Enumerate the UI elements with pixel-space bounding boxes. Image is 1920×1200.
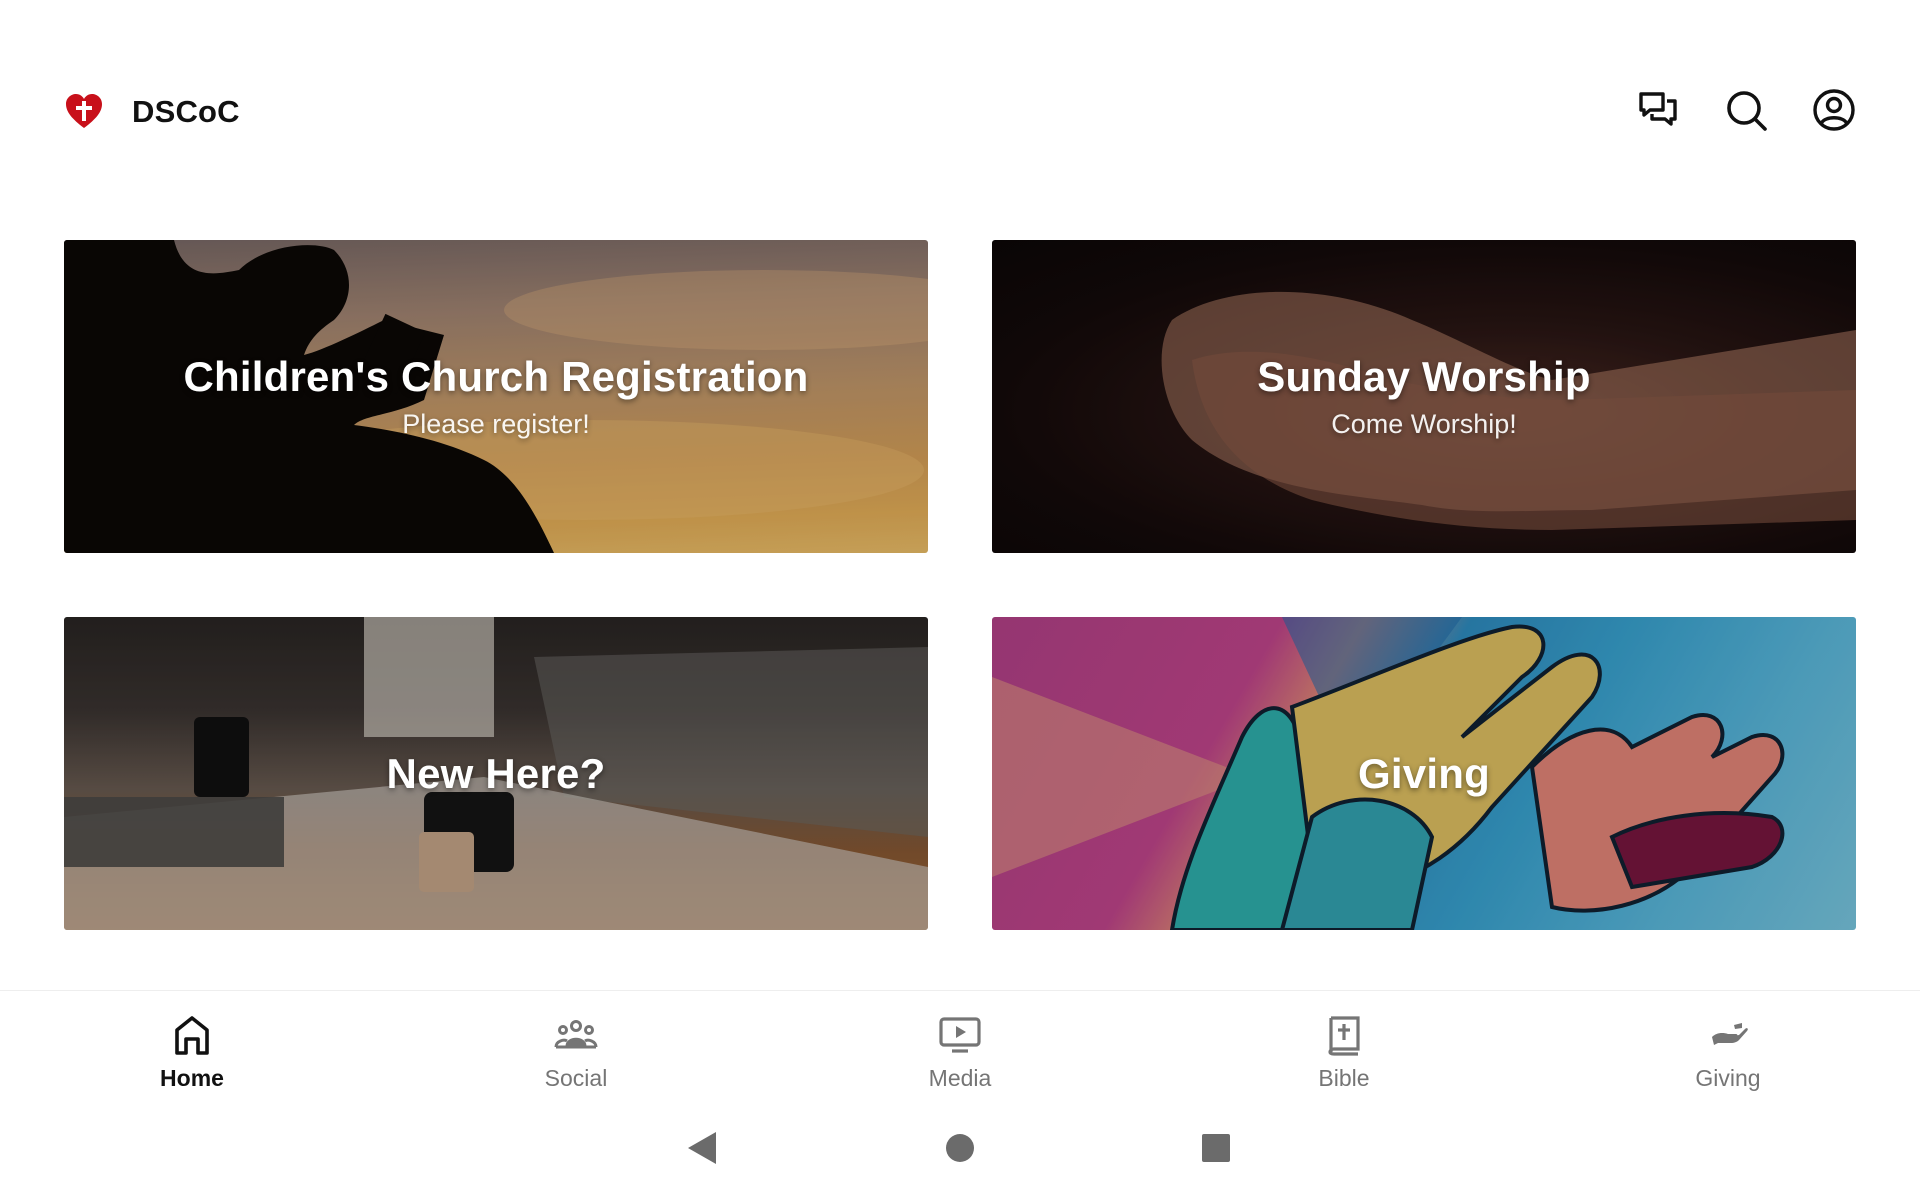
back-triangle-icon: [686, 1130, 718, 1171]
card-title: New Here?: [386, 749, 606, 797]
bible-icon: [1320, 1011, 1368, 1059]
bottom-navigation: Home Social Media Bible Giving: [0, 990, 1920, 1100]
card-title: Children's Church Registration: [183, 353, 809, 400]
card-title: Sunday Worship: [1257, 353, 1591, 400]
home-icon: [168, 1011, 216, 1059]
card-sunday-worship[interactable]: Sunday Worship Come Worship!: [992, 240, 1856, 553]
nav-label: Giving: [1695, 1065, 1761, 1091]
home-circle-icon: [944, 1132, 976, 1169]
search-button[interactable]: [1722, 88, 1770, 136]
header-actions: [1634, 88, 1858, 136]
card-new-here[interactable]: New Here?: [64, 617, 928, 930]
card-text: Giving: [1358, 750, 1490, 798]
video-icon: [936, 1011, 984, 1059]
card-subtitle: Come Worship!: [1331, 409, 1517, 439]
giving-hand-icon: [1704, 1011, 1752, 1059]
card-text: New Here?: [387, 750, 606, 798]
app-root: DSCoC Children's Church Registration Ple…: [0, 0, 1920, 1200]
nav-label: Bible: [1318, 1065, 1370, 1091]
nav-item-social[interactable]: Social: [384, 991, 768, 1100]
nav-item-giving[interactable]: Giving: [1536, 991, 1920, 1100]
system-home-button[interactable]: [940, 1130, 980, 1170]
nav-item-bible[interactable]: Bible: [1152, 991, 1536, 1100]
system-back-button[interactable]: [682, 1130, 722, 1170]
system-recents-button[interactable]: [1196, 1130, 1236, 1170]
card-title: Giving: [1358, 749, 1490, 797]
chat-button[interactable]: [1634, 88, 1682, 136]
search-icon: [1724, 88, 1768, 137]
system-navigation-bar: [0, 1100, 1920, 1200]
card-childrens-church-registration[interactable]: Children's Church Registration Please re…: [64, 240, 928, 553]
brand[interactable]: DSCoC: [64, 92, 240, 132]
feature-cards-grid: Children's Church Registration Please re…: [64, 240, 1856, 930]
nav-item-home[interactable]: Home: [0, 991, 384, 1100]
account-button[interactable]: [1810, 88, 1858, 136]
nav-label: Media: [928, 1065, 992, 1091]
nav-label: Home: [160, 1065, 224, 1091]
group-icon: [552, 1011, 600, 1059]
nav-item-media[interactable]: Media: [768, 991, 1152, 1100]
card-text: Sunday Worship Come Worship!: [1257, 353, 1590, 440]
app-name: DSCoC: [132, 94, 240, 129]
chat-icon: [1636, 88, 1680, 137]
app-header: DSCoC: [0, 0, 1920, 225]
card-giving[interactable]: Giving: [992, 617, 1856, 930]
card-text: Children's Church Registration Please re…: [183, 353, 808, 440]
church-heart-logo-icon: [64, 92, 104, 132]
nav-label: Social: [544, 1065, 608, 1091]
card-subtitle: Please register!: [402, 409, 590, 439]
recents-square-icon: [1200, 1132, 1232, 1169]
account-icon: [1812, 88, 1856, 137]
